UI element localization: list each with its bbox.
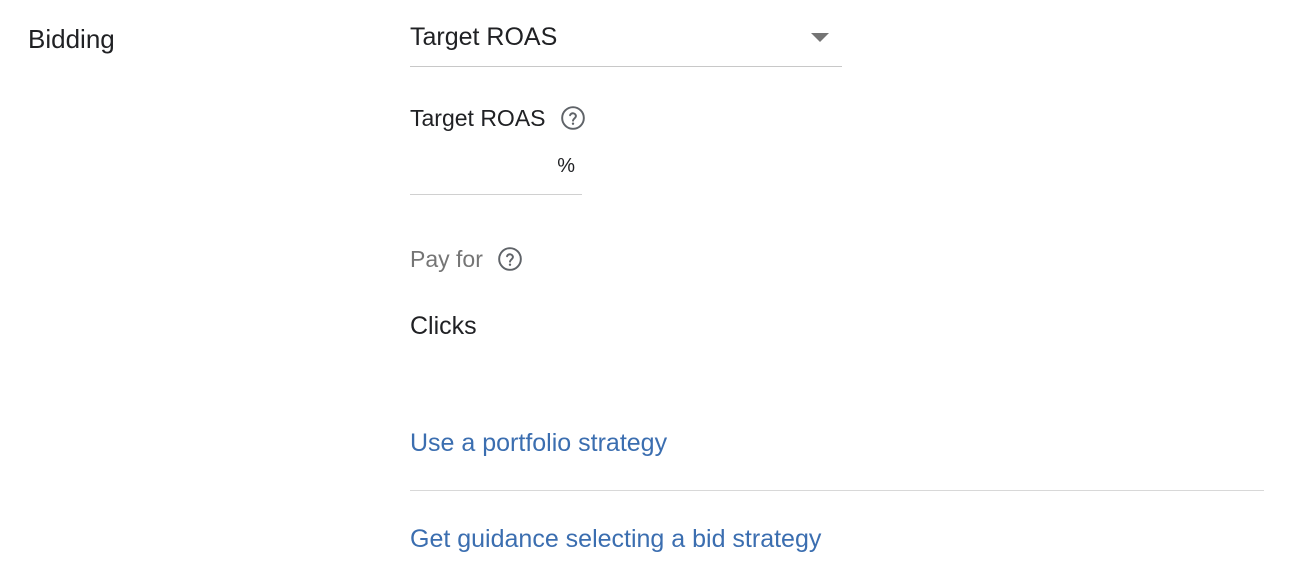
arrow-drop-down-icon bbox=[811, 33, 829, 42]
divider bbox=[410, 490, 1264, 491]
pay-for-value: Clicks bbox=[410, 312, 477, 340]
help-circle-icon[interactable] bbox=[560, 105, 586, 131]
bid-strategy-dropdown[interactable]: Target ROAS bbox=[410, 14, 842, 67]
target-roas-input[interactable] bbox=[410, 150, 550, 186]
pay-for-label: Pay for bbox=[410, 246, 483, 272]
target-roas-input-field: % bbox=[410, 146, 582, 195]
section-label: Bidding bbox=[28, 24, 115, 54]
target-roas-label-row: Target ROAS bbox=[410, 102, 586, 134]
bid-strategy-selected-value: Target ROAS bbox=[410, 23, 558, 51]
bid-strategy-guidance-link[interactable]: Get guidance selecting a bid strategy bbox=[410, 522, 821, 556]
use-portfolio-strategy-link[interactable]: Use a portfolio strategy bbox=[410, 426, 667, 460]
target-roas-label: Target ROAS bbox=[410, 105, 546, 131]
pay-for-label-row: Pay for bbox=[410, 243, 523, 275]
help-circle-icon[interactable] bbox=[497, 246, 523, 272]
percent-suffix: % bbox=[557, 155, 575, 177]
